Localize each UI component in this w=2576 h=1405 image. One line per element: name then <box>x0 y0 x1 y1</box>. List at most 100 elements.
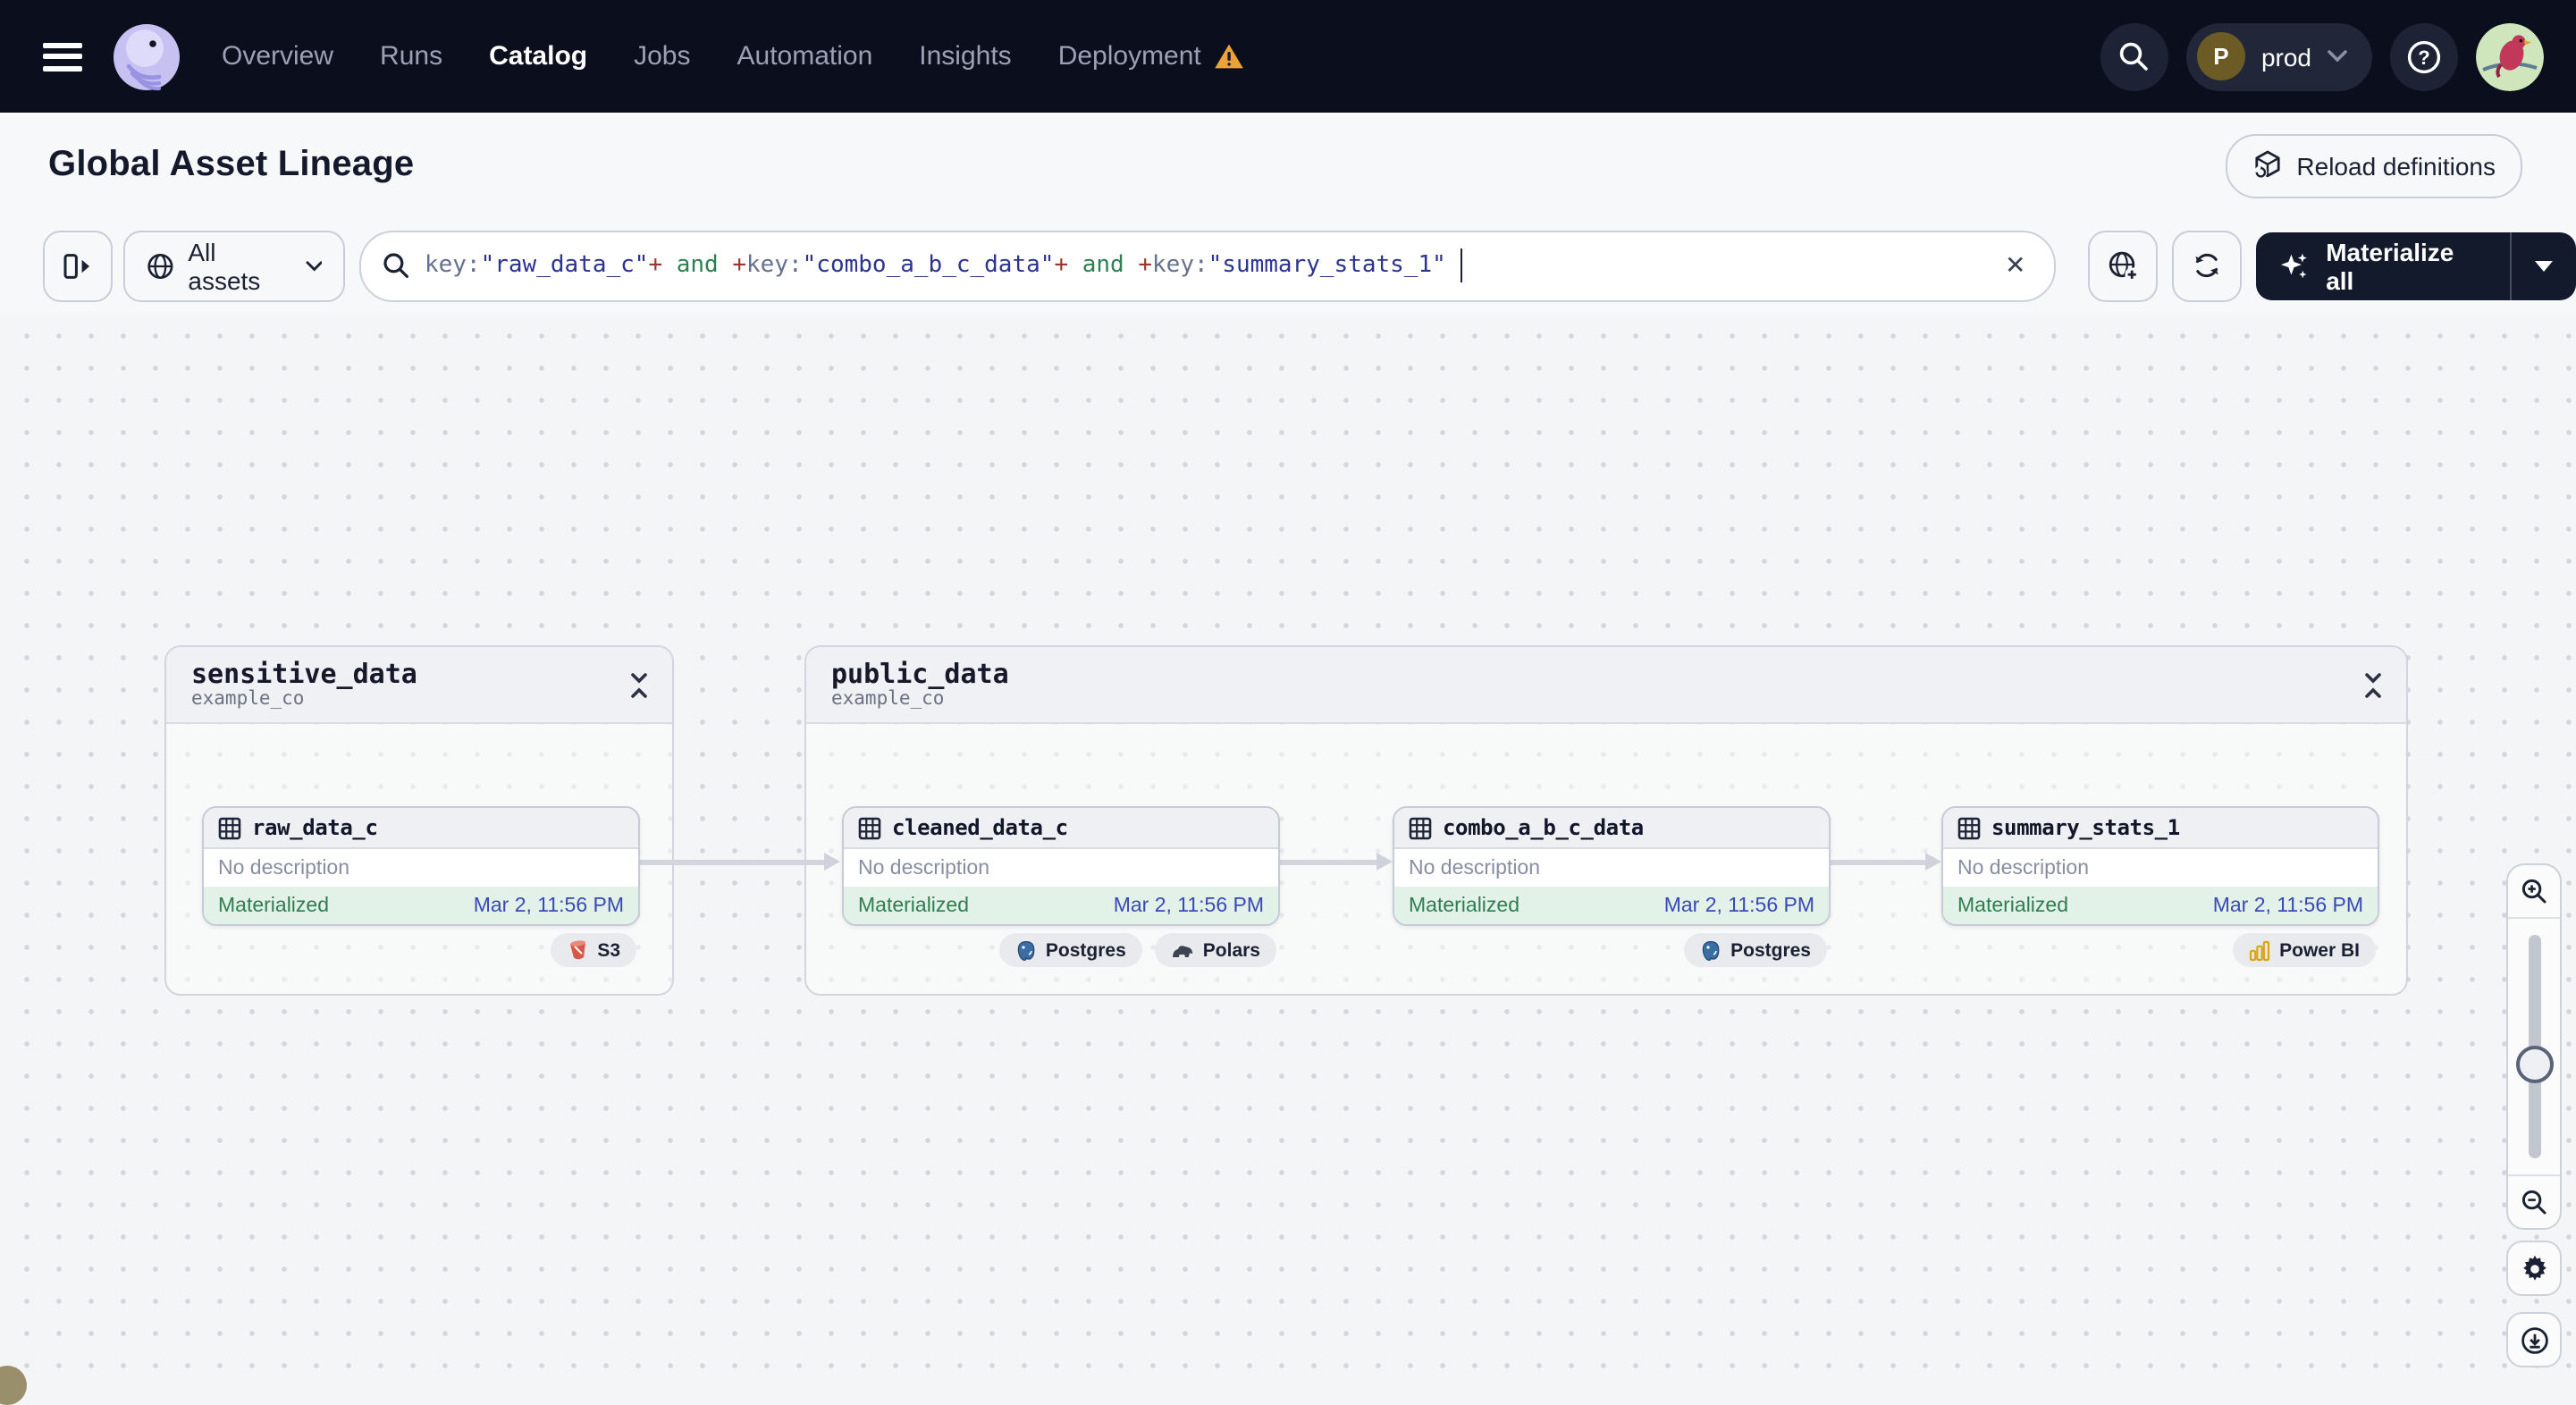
graph-settings-button[interactable] <box>2506 1241 2562 1296</box>
table-icon <box>858 816 881 839</box>
kind-tag-powerbi[interactable]: Power BI <box>2233 933 2376 967</box>
env-avatar: P <box>2196 32 2245 80</box>
group-title: public_data <box>831 657 1009 690</box>
reload-cube-icon <box>2253 150 2280 179</box>
postgres-icon <box>1702 939 1720 961</box>
status-badge: Materialized <box>218 895 329 916</box>
deployment-switcher[interactable]: P prod <box>2185 22 2372 90</box>
kind-tag-postgres[interactable]: Postgres <box>1684 933 1827 967</box>
powerbi-icon <box>2250 939 2270 961</box>
nav-right-cluster: P prod ? <box>2100 22 2544 90</box>
zoom-in-button[interactable] <box>2508 865 2560 919</box>
table-icon <box>1409 816 1432 839</box>
help-button[interactable]: ? <box>2390 22 2458 90</box>
dagster-logo[interactable] <box>111 21 182 92</box>
asset-node-cleaned-data-c[interactable]: cleaned_data_c No description Materializ… <box>842 806 1280 926</box>
open-sidebar-button[interactable] <box>43 230 113 301</box>
edge-arrowhead <box>1376 852 1393 870</box>
materialization-timestamp[interactable]: Mar 2, 11:56 PM <box>474 895 624 916</box>
lineage-toolbar: All assets key:"raw_data_c"+ and +key:"c… <box>0 218 2576 315</box>
download-icon <box>2521 1326 2547 1353</box>
postgres-icon <box>1017 939 1035 961</box>
kind-tag-s3[interactable]: S3 <box>551 933 636 967</box>
sparkle-icon <box>2280 252 2307 278</box>
tag-row: Power BI <box>1941 933 2376 967</box>
nav-item-catalog[interactable]: Catalog <box>489 41 587 72</box>
gear-icon <box>2522 1254 2546 1280</box>
materialization-timestamp[interactable]: Mar 2, 11:56 PM <box>1114 895 1264 916</box>
materialization-timestamp[interactable]: Mar 2, 11:56 PM <box>2213 895 2363 916</box>
collapse-group-button[interactable] <box>2361 671 2385 698</box>
group-header: sensitive_data example_co <box>166 647 672 724</box>
search-query: key:"raw_data_c"+ and +key:"combo_a_b_c_… <box>424 252 1446 279</box>
clear-search-button[interactable]: ✕ <box>1998 247 2033 284</box>
tag-row: Postgres Polars <box>842 933 1276 967</box>
edge-arrowhead <box>824 852 840 870</box>
group-location: example_co <box>831 687 945 710</box>
zoom-out-icon <box>2521 1190 2547 1215</box>
lineage-canvas[interactable]: sensitive_data example_co public_data ex… <box>0 313 2576 1405</box>
zoom-slider-handle[interactable] <box>2515 1046 2553 1083</box>
kind-tag-polars[interactable]: Polars <box>1154 933 1276 967</box>
globe-add-icon <box>2109 250 2139 281</box>
edge-combo-to-summary <box>1825 860 1927 864</box>
status-badge: Materialized <box>1957 895 2068 916</box>
group-location: example_co <box>191 687 305 710</box>
nav-item-runs[interactable]: Runs <box>380 41 442 72</box>
edge-arrowhead <box>1925 852 1941 870</box>
asset-node-raw-data-c[interactable]: raw_data_c No description Materialized M… <box>202 806 640 926</box>
materialize-options-button[interactable] <box>2510 231 2576 299</box>
page-header: Global Asset Lineage Reload definitions <box>0 113 2576 220</box>
asset-node-combo-a-b-c-data[interactable]: combo_a_b_c_data No description Material… <box>1393 806 1831 926</box>
materialization-timestamp[interactable]: Mar 2, 11:56 PM <box>1664 895 1814 916</box>
zoom-out-button[interactable] <box>2508 1174 2560 1228</box>
refresh-button[interactable] <box>2172 230 2242 301</box>
nav-item-overview[interactable]: Overview <box>222 41 333 72</box>
hamburger-menu-icon[interactable] <box>43 42 82 71</box>
user-avatar[interactable] <box>2476 22 2544 90</box>
reload-definitions-button[interactable]: Reload definitions <box>2225 133 2522 198</box>
svg-text:?: ? <box>2418 46 2429 68</box>
nav-item-insights[interactable]: Insights <box>919 41 1011 72</box>
nav-item-deployment[interactable]: Deployment <box>1058 41 1244 72</box>
zoom-in-icon <box>2521 879 2547 904</box>
tag-row: S3 <box>202 933 636 967</box>
collapse-group-icon <box>631 672 647 697</box>
chevron-down-icon <box>2328 50 2347 63</box>
asset-node-summary-stats-1[interactable]: summary_stats_1 No description Materiali… <box>1941 806 2379 926</box>
caret-down-icon <box>2535 260 2554 271</box>
group-header: public_data example_co <box>806 647 2406 724</box>
page-title: Global Asset Lineage <box>48 145 415 184</box>
edge-raw-to-cleaned <box>638 860 826 864</box>
tag-row: Postgres <box>1393 933 1827 967</box>
materialize-all-button[interactable]: Materialize all <box>2256 231 2511 299</box>
nav-item-jobs[interactable]: Jobs <box>634 41 690 72</box>
kind-tag-postgres[interactable]: Postgres <box>998 933 1142 967</box>
collapse-group-button[interactable] <box>627 671 651 698</box>
asset-scope-dropdown[interactable]: All assets <box>122 230 346 301</box>
warning-icon <box>1214 44 1243 69</box>
expand-panel-icon <box>63 253 89 278</box>
search-icon <box>384 253 409 278</box>
refresh-icon <box>2195 253 2218 278</box>
corner-decoration <box>0 1366 27 1405</box>
materialize-all-split-button: Materialize all <box>2255 231 2576 299</box>
download-button[interactable] <box>2506 1312 2562 1367</box>
top-nav: Overview Runs Catalog Jobs Automation In… <box>0 0 2576 113</box>
zoom-slider[interactable] <box>2508 919 2560 1174</box>
status-badge: Materialized <box>858 895 969 916</box>
group-title: sensitive_data <box>191 657 417 690</box>
chevron-down-icon <box>306 260 323 271</box>
app-root: Overview Runs Catalog Jobs Automation In… <box>0 0 2576 1405</box>
nav-item-automation[interactable]: Automation <box>737 41 873 72</box>
globe-icon <box>147 252 173 279</box>
help-icon: ? <box>2407 39 2441 73</box>
collapse-group-icon <box>2365 672 2381 697</box>
table-icon <box>1957 816 1981 839</box>
nav-links: Overview Runs Catalog Jobs Automation In… <box>222 41 1244 72</box>
asset-search-input[interactable]: key:"raw_data_c"+ and +key:"combo_a_b_c_… <box>359 230 2057 301</box>
zoom-control <box>2506 863 2562 1230</box>
search-button[interactable] <box>2100 22 2168 90</box>
view-all-assets-button[interactable] <box>2088 230 2159 301</box>
edge-cleaned-to-combo <box>1275 860 1378 864</box>
